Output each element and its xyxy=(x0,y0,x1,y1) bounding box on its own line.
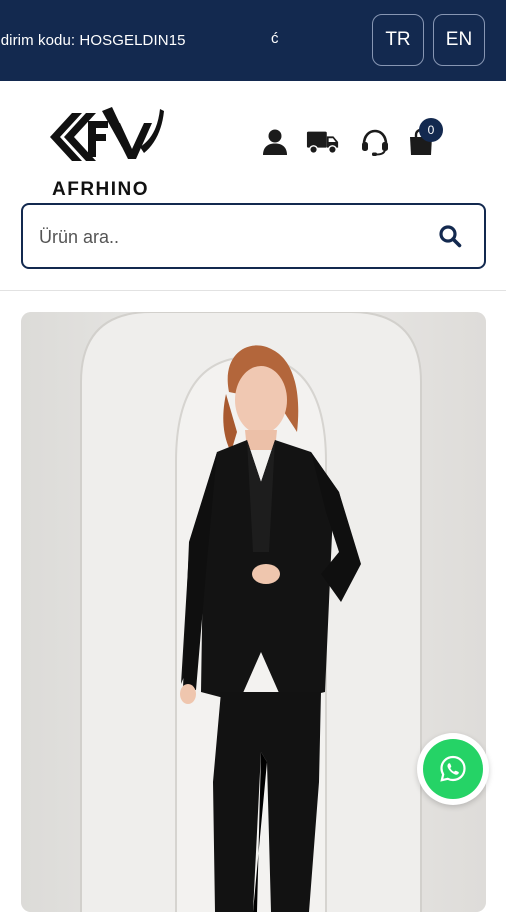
search-icon[interactable] xyxy=(438,224,464,250)
product-image[interactable] xyxy=(21,312,486,912)
announcement-marquee: ındirim kodu: HOSGELDIN15 ć xyxy=(0,0,360,81)
announcement-bar: ındirim kodu: HOSGELDIN15 ć TR EN xyxy=(0,0,506,81)
user-icon[interactable] xyxy=(258,125,292,159)
site-header: AFRHINO 0 xyxy=(0,81,506,291)
cart-count-badge: 0 xyxy=(419,118,443,142)
header-divider xyxy=(0,290,506,291)
whatsapp-icon xyxy=(440,755,466,782)
brand-logo-mark xyxy=(50,107,164,161)
whatsapp-button[interactable] xyxy=(417,733,489,805)
truck-icon[interactable] xyxy=(306,125,340,159)
search-input[interactable] xyxy=(37,205,421,269)
language-tr-button[interactable]: TR xyxy=(372,14,424,66)
brand-name: AFRHINO xyxy=(52,179,150,200)
announcement-text: ındirim kodu: HOSGELDIN15 xyxy=(0,32,186,49)
whatsapp-icon-circle xyxy=(423,739,483,799)
product-photo xyxy=(21,312,486,912)
brand-logo[interactable]: AFRHINO xyxy=(48,101,168,200)
search-box xyxy=(21,203,486,269)
headset-icon[interactable] xyxy=(358,125,392,159)
language-en-button[interactable]: EN xyxy=(433,14,485,66)
announcement-trail: ć xyxy=(271,30,279,47)
